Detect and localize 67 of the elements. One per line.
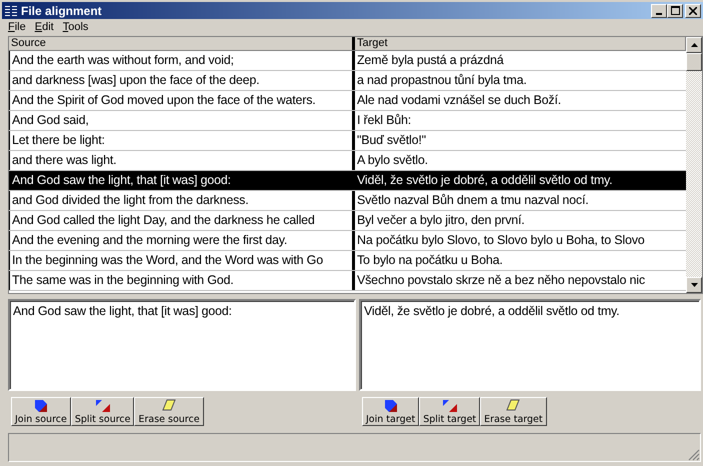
table-row[interactable]: In the beginning was the Word, and the Word was with Go To bylo na počátku u Boha. — [9, 251, 686, 271]
table-cell-text: A bylo světlo. — [356, 152, 429, 169]
table-cell: And the earth was without form, and void; — [9, 51, 355, 70]
target-text: Viděl, že světlo je dobré, a oddělil světlo od tmy. — [364, 304, 620, 318]
table-cell-text: "Buď světlo!" — [356, 132, 427, 149]
table-row[interactable]: And God said, I řekl Bůh: — [9, 111, 686, 131]
toolbar-button[interactable]: Split source — [70, 397, 134, 426]
table-row[interactable]: And God called the light Day, and the darkness he called Byl večer a bylo jitro, den první. — [9, 211, 686, 231]
menu-item[interactable]: Edit — [34, 21, 54, 33]
text-area[interactable]: Viděl, že světlo je dobré, a oddělil světlo od tmy. — [359, 299, 701, 391]
table-cell: and God divided the light from the darkness. — [9, 191, 355, 210]
toolbar-button[interactable]: Split target — [419, 397, 480, 426]
eraser-icon — [162, 399, 176, 411]
text-area[interactable]: And God saw the light, that [it was] good: — [8, 299, 356, 391]
minimize-icon — [656, 12, 662, 14]
table-cell-text: Všechno povstalo skrze ně a bez něho nepovstalo nic — [356, 272, 646, 289]
scroll-thumb[interactable] — [686, 53, 702, 71]
table-cell-text: Byl večer a bylo jitro, den první. — [356, 212, 526, 229]
source-text: And God saw the light, that [it was] good: — [13, 304, 232, 318]
table-cell: In the beginning was the Word, and the Word was with Go — [9, 251, 355, 270]
close-icon — [689, 6, 697, 14]
toolbar-button[interactable]: Erase source — [134, 397, 204, 426]
maximize-button[interactable] — [667, 4, 683, 18]
split-icon — [442, 399, 458, 413]
table-cell: And God said, — [9, 111, 355, 130]
app-icon — [4, 4, 18, 18]
scroll-down-icon[interactable] — [690, 283, 698, 287]
table-cell-text: Ale nad vodami vznášel se duch Boží. — [356, 92, 562, 109]
table-cell: And God called the light Day, and the darkness he called — [9, 211, 355, 230]
table-cell-text: I řekl Bůh: — [356, 112, 412, 129]
eraser-icon — [506, 399, 520, 411]
column-header[interactable]: Source — [9, 37, 355, 50]
table-row[interactable]: and darkness [was] upon the face of the deep. a nad propastnou tůní byla tma. — [9, 71, 686, 91]
table-cell-text: To bylo na počátku u Boha. — [356, 252, 504, 269]
table-cell-text: Na počátku bylo Slovo, to Slovo bylo u Boha, to Slovo — [356, 232, 646, 249]
scrollbar[interactable] — [686, 37, 702, 293]
table-cell-text: a nad propastnou tůní byla tma. — [356, 72, 528, 89]
table-cell: And God saw the light, that [it was] good: — [9, 171, 355, 190]
scroll-up-icon[interactable] — [690, 43, 698, 47]
maximize-icon — [670, 6, 680, 15]
menu-item[interactable]: Tools — [62, 21, 88, 33]
minimize-button[interactable] — [651, 4, 667, 18]
table-row[interactable]: And the evening and the morning were the first day. Na počátku bylo Slovo, to Slovo bylo u Boha, to Slovo — [9, 231, 686, 251]
table-cell-text: Viděl, že světlo je dobré, a oddělil světlo od tmy. — [356, 172, 614, 189]
split-icon — [94, 399, 111, 413]
table-row[interactable]: And God saw the light, that [it was] good: Viděl, že světlo je dobré, a oddělil světlo od tmy. — [9, 171, 686, 191]
table-cell: Let there be light: — [9, 131, 355, 150]
table-row[interactable]: Let there be light: "Buď světlo!" — [9, 131, 686, 151]
table-cell-text: Země byla pustá a prázdná — [356, 52, 505, 69]
toolbar-button[interactable]: Erase target — [480, 397, 547, 426]
table-row[interactable]: And the earth was without form, and void; Země byla pustá a prázdná — [9, 51, 686, 71]
table-row[interactable]: The same was in the beginning with God. Všechno povstalo skrze ně a bez něho nepovstalo nic — [9, 271, 686, 291]
table-cell: and darkness [was] upon the face of the deep. — [9, 71, 355, 90]
window-title: File alignment — [21, 4, 102, 18]
table-cell-text: Světlo nazval Bůh dnem a tmu nazval nocí. — [356, 192, 590, 209]
menu-item[interactable]: File — [8, 21, 26, 33]
join-icon — [384, 399, 398, 413]
toolbar-button[interactable]: Join source — [11, 397, 71, 426]
join-icon — [34, 399, 48, 413]
table-cell: And the Spirit of God moved upon the face of the waters. — [9, 91, 355, 110]
table-row[interactable]: And the Spirit of God moved upon the face of the waters. Ale nad vodami vznášel se duch Boží. — [9, 91, 686, 111]
close-button[interactable] — [685, 4, 701, 18]
resize-grip-icon[interactable] — [688, 449, 700, 461]
table-row[interactable]: and God divided the light from the darkness. Světlo nazval Bůh dnem a tmu nazval nocí. — [9, 191, 686, 211]
table-cell: And the evening and the morning were the first day. — [9, 231, 355, 250]
toolbar-button[interactable]: Join target — [362, 397, 420, 426]
table-cell: The same was in the beginning with God. — [9, 271, 355, 290]
